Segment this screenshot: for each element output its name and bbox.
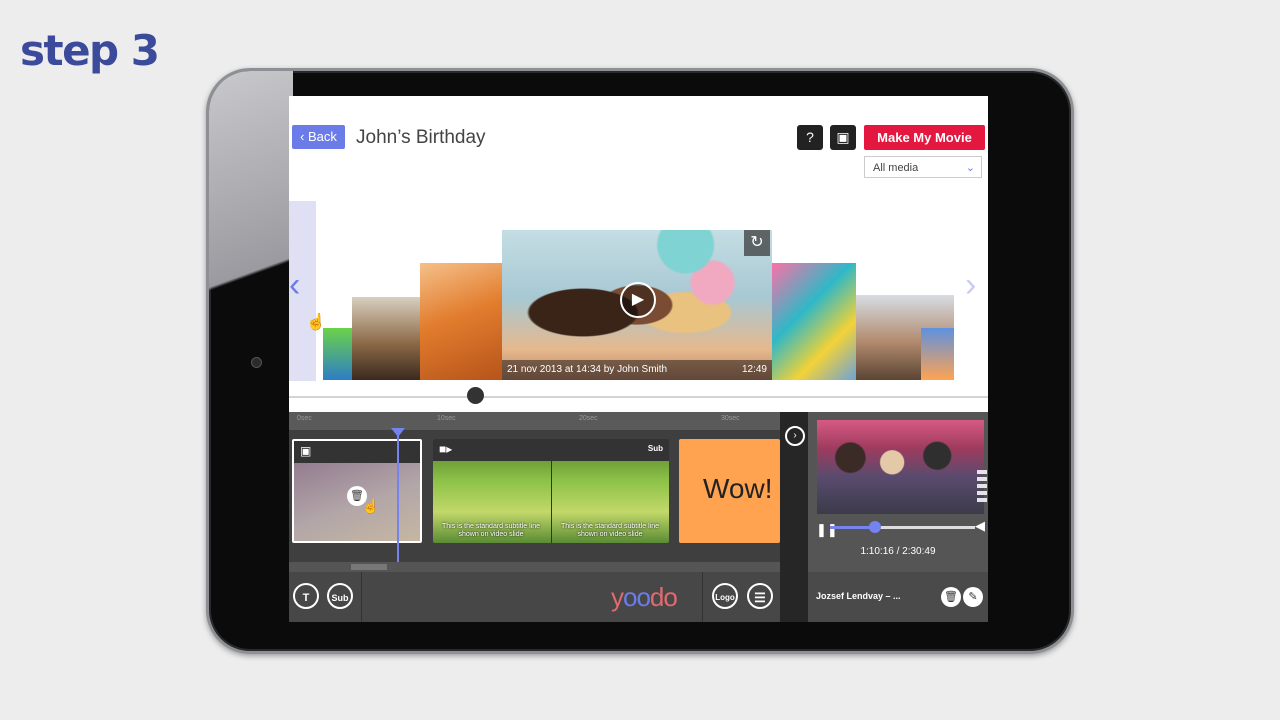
- editor-toolbar: T Sub yoodo Logo ☰: [289, 572, 780, 622]
- pencil-icon[interactable]: ✎: [963, 587, 983, 607]
- page-title: John’s Birthday: [356, 127, 486, 148]
- brand-logo-part: y: [611, 582, 624, 612]
- media-caption-info: 21 nov 2013 at 14:34 by John Smith: [507, 364, 668, 375]
- timeline-track[interactable]: ▣ 🗑 ☝ ■▸ Sub This is the standard subtit…: [289, 428, 780, 572]
- preview-side-rail: ›: [780, 412, 808, 622]
- preview-progress-knob[interactable]: [868, 521, 881, 533]
- carousel-next-button[interactable]: ›: [965, 266, 976, 305]
- media-thumbnail[interactable]: [921, 328, 954, 380]
- add-text-button[interactable]: T: [293, 583, 319, 609]
- preview-video-frame[interactable]: [817, 420, 987, 514]
- ruler-tick: 0sec: [297, 415, 312, 422]
- preview-footer: Jozsef Lendvay – ... 🗑 ✎: [808, 572, 988, 622]
- preview-progress-track[interactable]: [830, 521, 975, 533]
- app-screen: ‹ Back John’s Birthday ? ▣ Make My Movie…: [289, 96, 988, 622]
- media-caption: 21 nov 2013 at 14:34 by John Smith 12:49: [502, 360, 772, 380]
- volume-bars[interactable]: [977, 470, 987, 505]
- preview-author: Jozsef Lendvay – ...: [816, 591, 901, 601]
- add-logo-button[interactable]: Logo: [712, 583, 738, 609]
- image-icon: ▣: [300, 444, 312, 458]
- toolbar-divider: [702, 572, 703, 622]
- media-browser: ‹ Back John’s Birthday ? ▣ Make My Movie…: [289, 96, 988, 412]
- carousel-scrubber-track[interactable]: [289, 396, 988, 398]
- carousel-scrubber-knob[interactable]: [467, 387, 484, 404]
- media-thumbnail[interactable]: [323, 328, 353, 380]
- media-thumbnail[interactable]: [420, 263, 503, 380]
- clip-header: ▣: [294, 441, 420, 463]
- rotate-icon[interactable]: ↻: [744, 230, 770, 256]
- ruler-tick: 20sec: [579, 415, 598, 422]
- help-button[interactable]: ?: [797, 125, 823, 150]
- media-thumbnail[interactable]: [771, 263, 856, 380]
- make-my-movie-button[interactable]: Make My Movie: [864, 125, 985, 150]
- media-thumbnail[interactable]: [352, 297, 420, 380]
- help-icon: ?: [806, 129, 814, 145]
- clip-header: ■▸ Sub: [433, 439, 669, 461]
- clip-sub-label: Sub: [647, 444, 663, 453]
- tablet-glare: [209, 71, 293, 401]
- list-icon: ☰: [754, 590, 766, 605]
- camera-icon: ▣: [836, 129, 850, 145]
- media-filter-value: All media: [873, 162, 919, 174]
- back-button[interactable]: ‹ Back: [292, 125, 345, 149]
- pause-icon[interactable]: ❚❚: [816, 522, 838, 538]
- media-filter-select[interactable]: All media ⌄: [864, 156, 982, 178]
- playhead[interactable]: [397, 430, 400, 570]
- subtitle-overlay: This is the standard subtitle line shown…: [560, 523, 660, 538]
- add-subtitle-button[interactable]: Sub: [327, 583, 353, 609]
- video-preview-panel: ❚❚ ◀ 1:10:16 / 2:30:49 Jozsef Lendvay – …: [808, 412, 988, 622]
- timeline-scrollbar[interactable]: [289, 562, 780, 572]
- timeline-scrollbar-thumb[interactable]: [351, 564, 387, 570]
- ruler-tick: 10sec: [437, 415, 456, 422]
- toolbar-divider: [361, 572, 362, 622]
- pointer-hand-icon: ☝: [362, 498, 380, 514]
- play-icon[interactable]: ▶: [620, 282, 656, 318]
- add-media-button[interactable]: ▣: [830, 125, 856, 150]
- step-title: step 3: [20, 26, 160, 75]
- back-label: Back: [308, 129, 337, 144]
- speaker-icon[interactable]: ◀: [975, 518, 985, 534]
- brand-logo-part: do: [649, 582, 678, 612]
- timeline-clip-photo[interactable]: ▣ 🗑 ☝: [292, 439, 422, 543]
- text-clip-label: Wow!: [703, 473, 773, 504]
- ruler-tick: 30sec: [721, 415, 740, 422]
- timeline-ruler: 0sec 10sec 20sec 30sec: [289, 412, 780, 430]
- media-caption-duration: 12:49: [741, 364, 767, 375]
- subtitle-overlay: This is the standard subtitle line shown…: [441, 523, 541, 538]
- preview-time: 1:10:16 / 2:30:49: [860, 546, 936, 557]
- video-camera-icon: ■▸: [439, 442, 453, 456]
- brand-logo-part: oo: [623, 582, 651, 612]
- chevron-down-icon: ⌄: [965, 162, 975, 174]
- carousel-prev-button[interactable]: ‹: [289, 266, 300, 305]
- settings-list-button[interactable]: ☰: [747, 583, 773, 609]
- chevron-right-icon[interactable]: ›: [785, 426, 805, 446]
- selected-media-photo[interactable]: ↻ ▶ 21 nov 2013 at 14:34 by John Smith 1…: [502, 230, 772, 380]
- timeline-editor: 0sec 10sec 20sec 30sec ▣ 🗑 ☝ ■▸ Sub This…: [289, 412, 988, 622]
- timeline-clip-video[interactable]: ■▸ Sub This is the standard subtitle lin…: [433, 439, 669, 543]
- tablet-camera: [251, 357, 262, 368]
- timeline-clip-text[interactable]: Wow!: [679, 439, 780, 543]
- brand-logo: yoodo: [611, 582, 678, 613]
- trash-icon[interactable]: 🗑: [941, 587, 961, 607]
